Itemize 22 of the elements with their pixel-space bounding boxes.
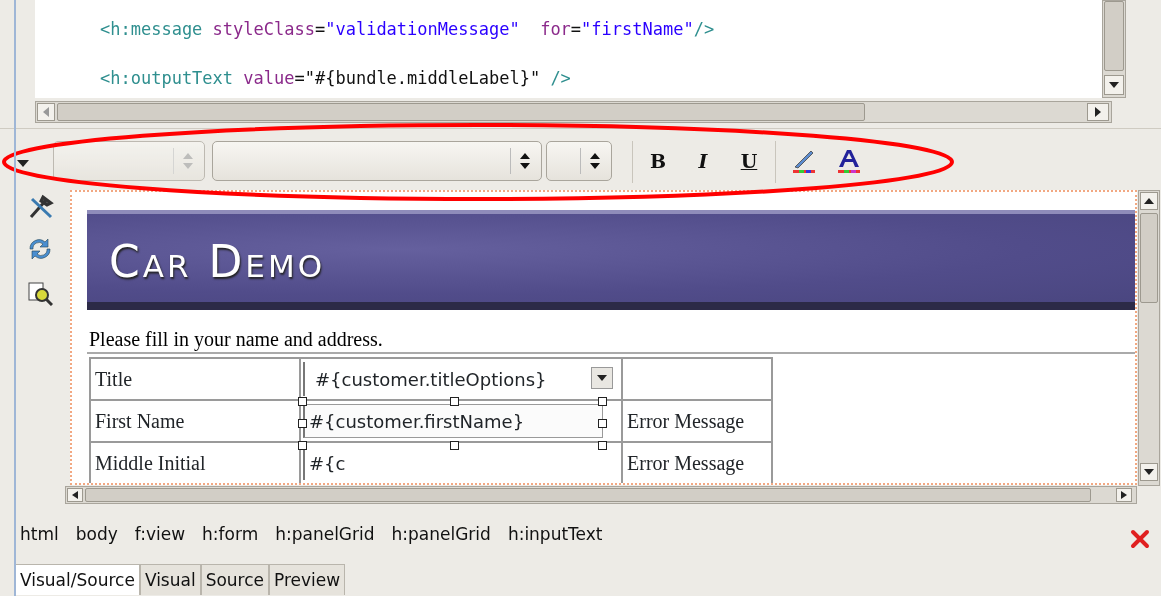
code-line: <h:outputText value="#{bundle.middleLabel}" /> <box>100 67 571 90</box>
editor-tab[interactable]: Preview <box>269 564 346 595</box>
breadcrumb-link[interactable]: html <box>20 522 59 548</box>
underline-button[interactable]: U <box>734 146 764 176</box>
input-field[interactable]: #{customer.firstName} <box>303 404 603 438</box>
breadcrumb-link[interactable]: h:panelGrid <box>391 522 491 548</box>
italic-button[interactable]: I <box>688 146 718 176</box>
editor-tab[interactable]: Visual/Source <box>15 564 140 595</box>
breadcrumb-link[interactable]: h:inputText <box>507 522 603 548</box>
breadcrumb-link[interactable]: f:view <box>134 522 186 548</box>
breadcrumb-link[interactable]: h:form <box>202 522 259 548</box>
field-label: Title <box>90 358 300 400</box>
editor-tab[interactable]: Source <box>200 564 270 595</box>
field-label: Middle Initial <box>90 442 300 483</box>
intro-text: Please fill in your name and address. <box>89 327 383 353</box>
breadcrumb-link[interactable]: h:panelGrid <box>275 522 375 548</box>
banner-title: Car Demo <box>109 240 326 284</box>
code-line: <h:message styleClass="validationMessage" for="firstName"/> <box>100 18 715 41</box>
bold-button[interactable]: B <box>643 146 673 176</box>
breadcrumb-link[interactable]: body <box>75 522 118 548</box>
error-message: Error Message <box>622 400 772 442</box>
editor-tab[interactable]: Visual <box>139 564 201 595</box>
